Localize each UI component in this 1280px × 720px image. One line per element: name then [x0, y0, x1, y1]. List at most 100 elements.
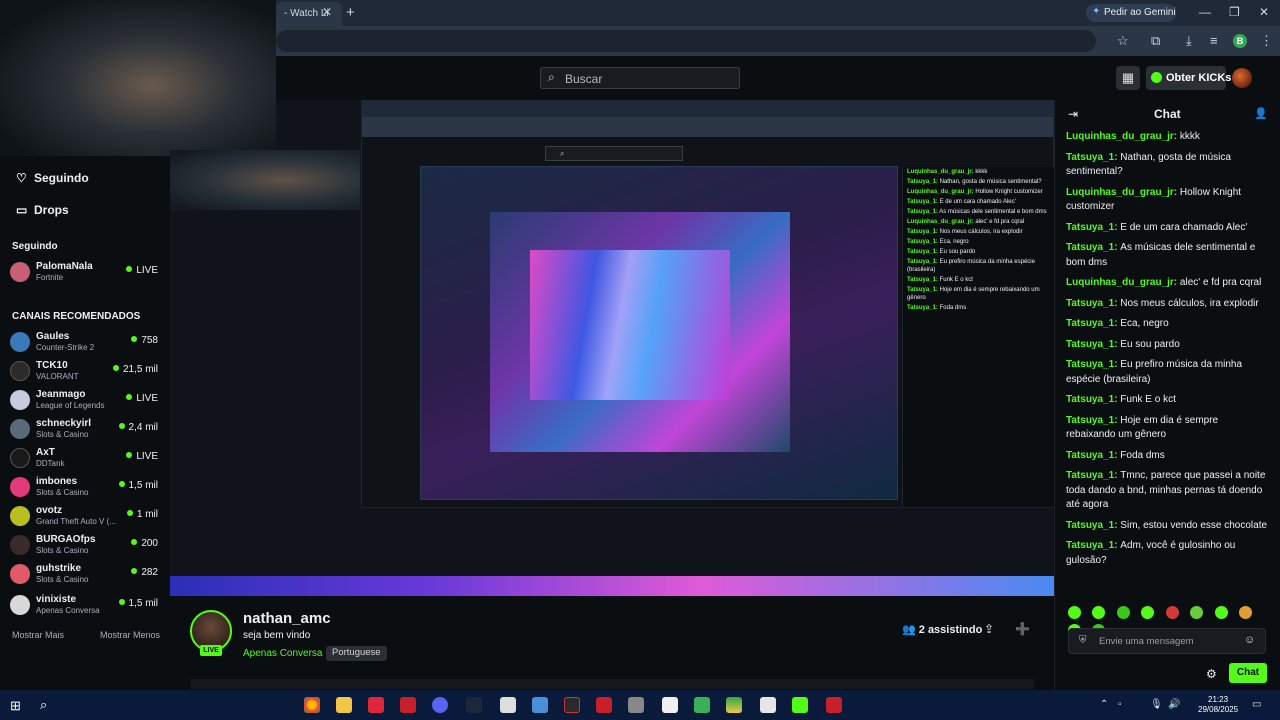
emote-icon[interactable]: [1190, 606, 1204, 619]
emote-icon[interactable]: [1068, 606, 1081, 619]
chevron-up-icon[interactable]: ⌃: [1100, 699, 1108, 710]
chat-username[interactable]: Tatsuya_1: [1066, 152, 1114, 163]
emote-icon[interactable]: [1092, 606, 1106, 619]
app-icon-red-2[interactable]: [400, 697, 416, 713]
chat-username[interactable]: Tatsuya_1: [1066, 339, 1114, 350]
chat-username[interactable]: Tatsuya_1: [1066, 242, 1114, 253]
app-icon-green[interactable]: [694, 697, 710, 713]
channel-viewers: 1,5 mil: [119, 598, 158, 609]
app-icon-white-2[interactable]: [760, 697, 776, 713]
microphone-icon[interactable]: 🎙: [1150, 699, 1163, 710]
taskbar-search-icon[interactable]: ⌕: [40, 697, 47, 713]
file-explorer-icon[interactable]: [336, 697, 352, 713]
kick-app-icon[interactable]: [792, 697, 808, 713]
share-icon[interactable]: ⇪: [984, 622, 994, 636]
chat-message: Tatsuya_1: Nathan, gosta de música senti…: [1066, 151, 1231, 178]
download-icon[interactable]: ⤓: [1186, 33, 1192, 49]
recommended-channel[interactable]: BURGAOfps Slots & Casino 200: [10, 533, 162, 559]
recommended-channel[interactable]: AxT DDTank LIVE: [10, 446, 162, 472]
chat-username[interactable]: Tatsuya_1: [1066, 359, 1114, 370]
extensions-icon[interactable]: ⧉: [1151, 33, 1160, 49]
channel-avatar: [10, 419, 30, 439]
app-icon-flag[interactable]: [726, 697, 742, 713]
restore-icon[interactable]: ❐: [1229, 5, 1240, 19]
emote-icon[interactable]: [1141, 606, 1155, 619]
emote-icon[interactable]: [1165, 606, 1179, 619]
sidebar-drops-link[interactable]: ▭ Drops: [16, 203, 69, 217]
show-less-button[interactable]: Mostrar Menos: [100, 630, 160, 640]
chat-message-input[interactable]: Envie uma mensagem: [1068, 628, 1266, 654]
more-menu-icon[interactable]: ⋮: [1260, 33, 1273, 49]
chat-username[interactable]: Tatsuya_1: [1066, 318, 1114, 329]
windows-start-icon[interactable]: ⊞: [10, 698, 21, 714]
minimize-icon[interactable]: —: [1199, 5, 1211, 19]
app-icon-red[interactable]: [368, 697, 384, 713]
browser-tab[interactable]: - Watch Li: [276, 2, 342, 26]
chat-username[interactable]: Luquinhas_du_grau_jr: [1066, 187, 1174, 198]
followed-channel[interactable]: PalomaNala Fortnite LIVE: [10, 260, 162, 286]
new-tab-button[interactable]: +: [346, 4, 355, 21]
close-window-icon[interactable]: ✕: [1259, 5, 1269, 19]
recommended-channel[interactable]: ovotz Grand Theft Auto V (... 1 mil: [10, 504, 162, 530]
discord-icon[interactable]: [432, 697, 448, 713]
omnibox[interactable]: [276, 30, 1096, 52]
recommended-channel[interactable]: TCK10 VALORANT 21,5 mil: [10, 359, 162, 385]
chat-username[interactable]: Tatsuya_1: [1066, 540, 1114, 551]
streamer-name[interactable]: nathan_amc: [243, 610, 331, 627]
bookmark-star-icon[interactable]: ☆: [1117, 33, 1129, 49]
system-clock[interactable]: 21:23 29/08/2025: [1198, 695, 1238, 715]
emoji-picker-icon[interactable]: ☺: [1244, 634, 1255, 646]
chat-username[interactable]: Tatsuya_1: [1066, 394, 1114, 405]
recommended-channel[interactable]: Gaules Counter-Strike 2 758: [10, 330, 162, 356]
chat-username[interactable]: Luquinhas_du_grau_jr: [1066, 277, 1174, 288]
app-icon-light[interactable]: [662, 697, 678, 713]
notification-icon[interactable]: ▭: [1252, 699, 1261, 710]
profile-avatar[interactable]: B: [1233, 34, 1247, 48]
chat-username[interactable]: Tatsuya_1: [1066, 470, 1114, 481]
chrome-icon[interactable]: [304, 697, 320, 713]
search-input[interactable]: Buscar: [540, 67, 740, 89]
tab-close-icon[interactable]: ✕: [322, 5, 332, 19]
gemini-button[interactable]: Pedir ao Gemini: [1086, 4, 1176, 22]
steam-icon[interactable]: [466, 697, 482, 713]
app-icon-red-3[interactable]: [826, 697, 842, 713]
app-icon-blue[interactable]: [532, 697, 548, 713]
sidebar-following-link[interactable]: ♡ Seguindo: [16, 171, 89, 185]
speaker-icon[interactable]: 🔊: [1168, 699, 1180, 710]
show-more-button[interactable]: Mostrar Mais: [12, 630, 64, 640]
chat-text: Eu sou pardo: [1120, 338, 1180, 350]
app-icon-white[interactable]: [500, 697, 516, 713]
chat-message: Tatsuya_1: Eu sou pardo: [1066, 338, 1180, 350]
chat-username[interactable]: Tatsuya_1: [1066, 520, 1114, 531]
recommended-channel[interactable]: Jeanmago League of Legends LIVE: [10, 388, 162, 414]
send-chat-button[interactable]: Chat: [1229, 663, 1267, 683]
emote-icon[interactable]: [1214, 606, 1228, 619]
emote-icon[interactable]: [1239, 606, 1253, 619]
stream-category[interactable]: Apenas Conversa: [243, 648, 323, 659]
recommended-channel[interactable]: imbones Slots & Casino 1,5 mil: [10, 475, 162, 501]
chat-message: Luquinhas_du_grau_jr: Hollow Knight cust…: [1066, 186, 1242, 213]
reading-list-icon[interactable]: ≡: [1210, 33, 1218, 48]
chat-username[interactable]: Tatsuya_1: [1066, 222, 1114, 233]
user-avatar[interactable]: [1232, 68, 1252, 88]
app-icon-record[interactable]: [596, 697, 612, 713]
gear-icon[interactable]: ⚙: [1206, 667, 1217, 681]
language-tag[interactable]: Portuguese: [326, 646, 387, 661]
chat-username[interactable]: Luquinhas_du_grau_jr: [1066, 131, 1174, 142]
emote-icon[interactable]: [1116, 606, 1130, 619]
chat-username[interactable]: Tatsuya_1: [1066, 450, 1114, 461]
recommended-channel[interactable]: vinixiste Apenas Conversa 1,5 mil: [10, 593, 162, 619]
app-icon-dark[interactable]: [564, 697, 580, 713]
chat-users-icon[interactable]: 👤: [1254, 107, 1268, 120]
stream-title: seja bem vindo: [243, 630, 311, 641]
chat-username[interactable]: Tatsuya_1: [1066, 298, 1114, 309]
chat-text: E de um cara chamado Alec': [1120, 221, 1248, 233]
chat-username[interactable]: Tatsuya_1: [1066, 415, 1114, 426]
app-icon-grey[interactable]: [628, 697, 644, 713]
tray-icon[interactable]: ▫: [1118, 699, 1122, 710]
recommended-channel[interactable]: guhstrike Slots & Casino 282: [10, 562, 162, 588]
layout-button[interactable]: ▦: [1116, 66, 1140, 90]
follow-user-icon[interactable]: ➕: [1015, 622, 1030, 636]
recommended-channel[interactable]: schneckyirl Slots & Casino 2,4 mil: [10, 417, 162, 443]
collapse-chat-icon[interactable]: ⇥: [1068, 107, 1078, 121]
